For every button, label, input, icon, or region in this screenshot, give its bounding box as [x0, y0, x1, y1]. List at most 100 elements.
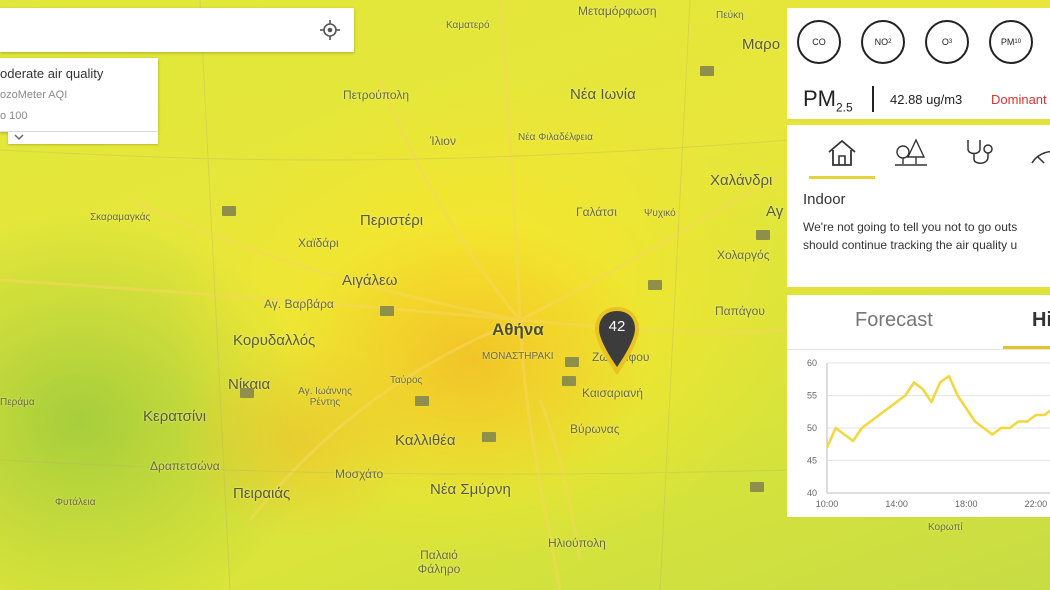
- road-shield-icon: [240, 388, 254, 398]
- map-place-label: Γαλάτσι: [576, 205, 617, 219]
- map-place-label: Πεύκη: [716, 10, 744, 21]
- chart-divider: [787, 349, 1050, 350]
- x-tick-label: 18:00: [955, 499, 978, 509]
- map-place-label: ΜΟΝΑΣΤΗΡΑΚΙ: [482, 351, 554, 362]
- advice-tab-outdoor[interactable]: [877, 133, 943, 179]
- pollutant-button-sub: 2: [888, 39, 892, 45]
- map-place-label: Αγ: [766, 203, 784, 220]
- map-place-label: Μαρο: [742, 36, 781, 53]
- road-shield-icon: [562, 376, 576, 386]
- map-place-label: Κορυδαλλός: [233, 332, 316, 349]
- history-series-line: [825, 374, 1050, 449]
- x-tick-label: 14:00: [885, 499, 908, 509]
- pollutant-button-label: PM: [1000, 37, 1015, 47]
- advice-text-line: We're not going to tell you not to go ou…: [803, 220, 1018, 234]
- y-tick-label: 50: [807, 423, 817, 433]
- forecast-panel: Forecast Hi 40 45 50 55 60 10:00 14:00 18:00 22:…: [787, 295, 1050, 517]
- pollutant-button-label: O: [941, 37, 949, 47]
- advice-text: We're not going to tell you not to go ou…: [803, 218, 1050, 254]
- pollutant-button-o3[interactable]: O3: [925, 20, 969, 64]
- y-tick-label: 45: [807, 456, 817, 466]
- y-tick-label: 55: [807, 391, 817, 401]
- map-place-label: Παλαιό Φάληρο: [417, 548, 461, 576]
- info-card-expander[interactable]: [8, 132, 158, 144]
- x-tick-label: 10:00: [816, 499, 839, 509]
- map-place-label: Ίλιον: [430, 134, 456, 148]
- road-shield-icon: [415, 396, 429, 406]
- map-pin-icon: [595, 307, 639, 375]
- map-place-label: Κορωπί: [928, 522, 963, 533]
- pollutant-button-label: CO: [812, 37, 826, 47]
- pollutant-separator: [872, 86, 874, 112]
- selected-pollutant-sub: 2.5: [836, 100, 853, 115]
- map-place-label: Μοσχάτο: [335, 467, 384, 481]
- sport-icon: [1031, 150, 1050, 164]
- y-tick-label: 60: [807, 358, 817, 368]
- map-place-label: Παπάγου: [715, 304, 765, 318]
- pollutant-panel: CONO2O3PM10S PM2.5 42.88 ug/m3 Dominant: [787, 8, 1050, 122]
- road-shield-icon: [482, 432, 496, 442]
- map-place-label: Καισαριανή: [582, 386, 643, 400]
- aqi-source-label: ozoMeter AQI: [0, 89, 68, 101]
- tab-forecast[interactable]: Forecast: [855, 309, 933, 332]
- advice-tab-indoor[interactable]: [809, 133, 875, 179]
- aqi-marker[interactable]: 42: [593, 305, 641, 377]
- map-place-label: Χολαργός: [717, 248, 770, 262]
- pollutant-button-sub: 10: [1014, 39, 1022, 45]
- map-place-label: Αγ. Ιωάννης Ρέντης: [298, 386, 352, 408]
- aqi-scale-label: o 100: [0, 110, 28, 122]
- advice-tab-health[interactable]: [945, 133, 1011, 179]
- advice-text-line: should continue tracking the air quality…: [803, 238, 1018, 252]
- pollutant-button-no2[interactable]: NO 2: [861, 20, 905, 64]
- road-shield-icon: [648, 280, 662, 290]
- map-place-label: Νέα Ιωνία: [570, 86, 636, 103]
- advice-title: Indoor: [803, 191, 846, 208]
- map-place-label: Αγ. Βαρβάρα: [264, 297, 334, 311]
- map-place-label: Φυτάλεια: [55, 497, 96, 508]
- pollutant-button-label: NO: [874, 37, 889, 47]
- selected-pollutant: PM2.5: [803, 86, 853, 114]
- map-place-label: Ταύρος: [390, 375, 423, 386]
- y-tick-label: 40: [807, 488, 817, 498]
- dominant-label: Dominant: [991, 92, 1047, 107]
- search-bar[interactable]: [0, 8, 354, 52]
- map-place-label: Πειραιάς: [233, 485, 291, 502]
- aqi-info-card: oderate air quality ozoMeter AQI o 100: [0, 58, 158, 132]
- map-place-label: Περάμα: [0, 397, 35, 408]
- map-place-label: Αιγάλεω: [342, 272, 398, 289]
- pollutant-button-pm10[interactable]: PM 10: [989, 20, 1033, 64]
- health-advice-panel: Indoor We're not going to tell you not t…: [787, 125, 1050, 290]
- road-shield-icon: [756, 230, 770, 240]
- road-shield-icon: [222, 206, 236, 216]
- map-place-label: Χαλάνδρι: [710, 172, 773, 189]
- map-place-label: Καλλιθέα: [395, 432, 456, 449]
- map-place-label: Καματερό: [446, 20, 490, 31]
- road-shield-icon: [565, 357, 579, 367]
- map-place-label: Νέα Φιλαδέλφεια: [518, 132, 593, 143]
- tab-history[interactable]: Hi: [1032, 309, 1050, 332]
- map-place-label: Νέα Σμύρνη: [430, 481, 511, 498]
- pollutant-concentration: 42.88 ug/m3: [890, 92, 963, 107]
- map-place-label: Δραπετσώνα: [150, 459, 220, 473]
- road-shield-icon: [700, 66, 714, 76]
- trees-icon: [895, 138, 927, 166]
- road-shield-icon: [750, 482, 764, 492]
- map-place-label: Σκαραμαγκάς: [90, 212, 151, 223]
- map-place-label: Κερατσίνι: [143, 408, 207, 425]
- road-shield-icon: [380, 306, 394, 316]
- map-place-label: Ηλιούπολη: [548, 536, 606, 550]
- pollutant-button-sub: 3: [948, 39, 953, 45]
- pollutant-button-co[interactable]: CO: [797, 20, 841, 64]
- map-place-label: Χαϊδάρι: [298, 236, 339, 250]
- home-icon: [828, 139, 856, 166]
- crosshair-icon[interactable]: [320, 20, 340, 40]
- selected-pollutant-name: PM: [803, 86, 836, 111]
- chevron-down-icon: [14, 134, 24, 141]
- map-place-label: Αθήνα: [492, 320, 544, 339]
- history-line-chart: 40 45 50 55 60 10:00 14:00 18:00 22:00: [807, 358, 1050, 509]
- advice-tab-sport[interactable]: [1013, 133, 1050, 179]
- stethoscope-icon: [967, 140, 993, 164]
- aqi-quality-label: oderate air quality: [0, 66, 104, 81]
- map-place-label: Βύρωνας: [570, 422, 620, 436]
- x-tick-label: 22:00: [1025, 499, 1048, 509]
